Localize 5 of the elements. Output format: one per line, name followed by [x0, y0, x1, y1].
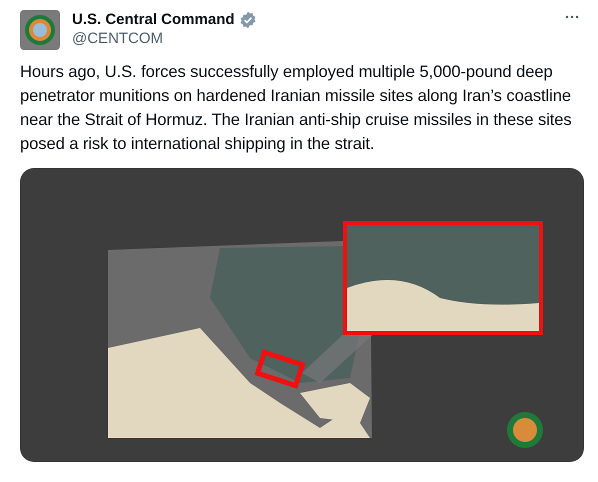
avatar[interactable] [20, 10, 60, 50]
author-handle[interactable]: @CENTCOM [72, 29, 555, 48]
more-button[interactable]: ··· [563, 10, 582, 25]
post-text: Hours ago, U.S. forces successfully employed multiple 5,000-pound deep penetrator munitions on hardened Iranian missile sites along Iran’s coastline near the Strait of Hormuz. The Iranian anti-ship cruise missiles in these sites posed a risk to international shipping in the strait. [20, 61, 573, 155]
author-name[interactable]: U.S. Central Command [72, 10, 235, 29]
